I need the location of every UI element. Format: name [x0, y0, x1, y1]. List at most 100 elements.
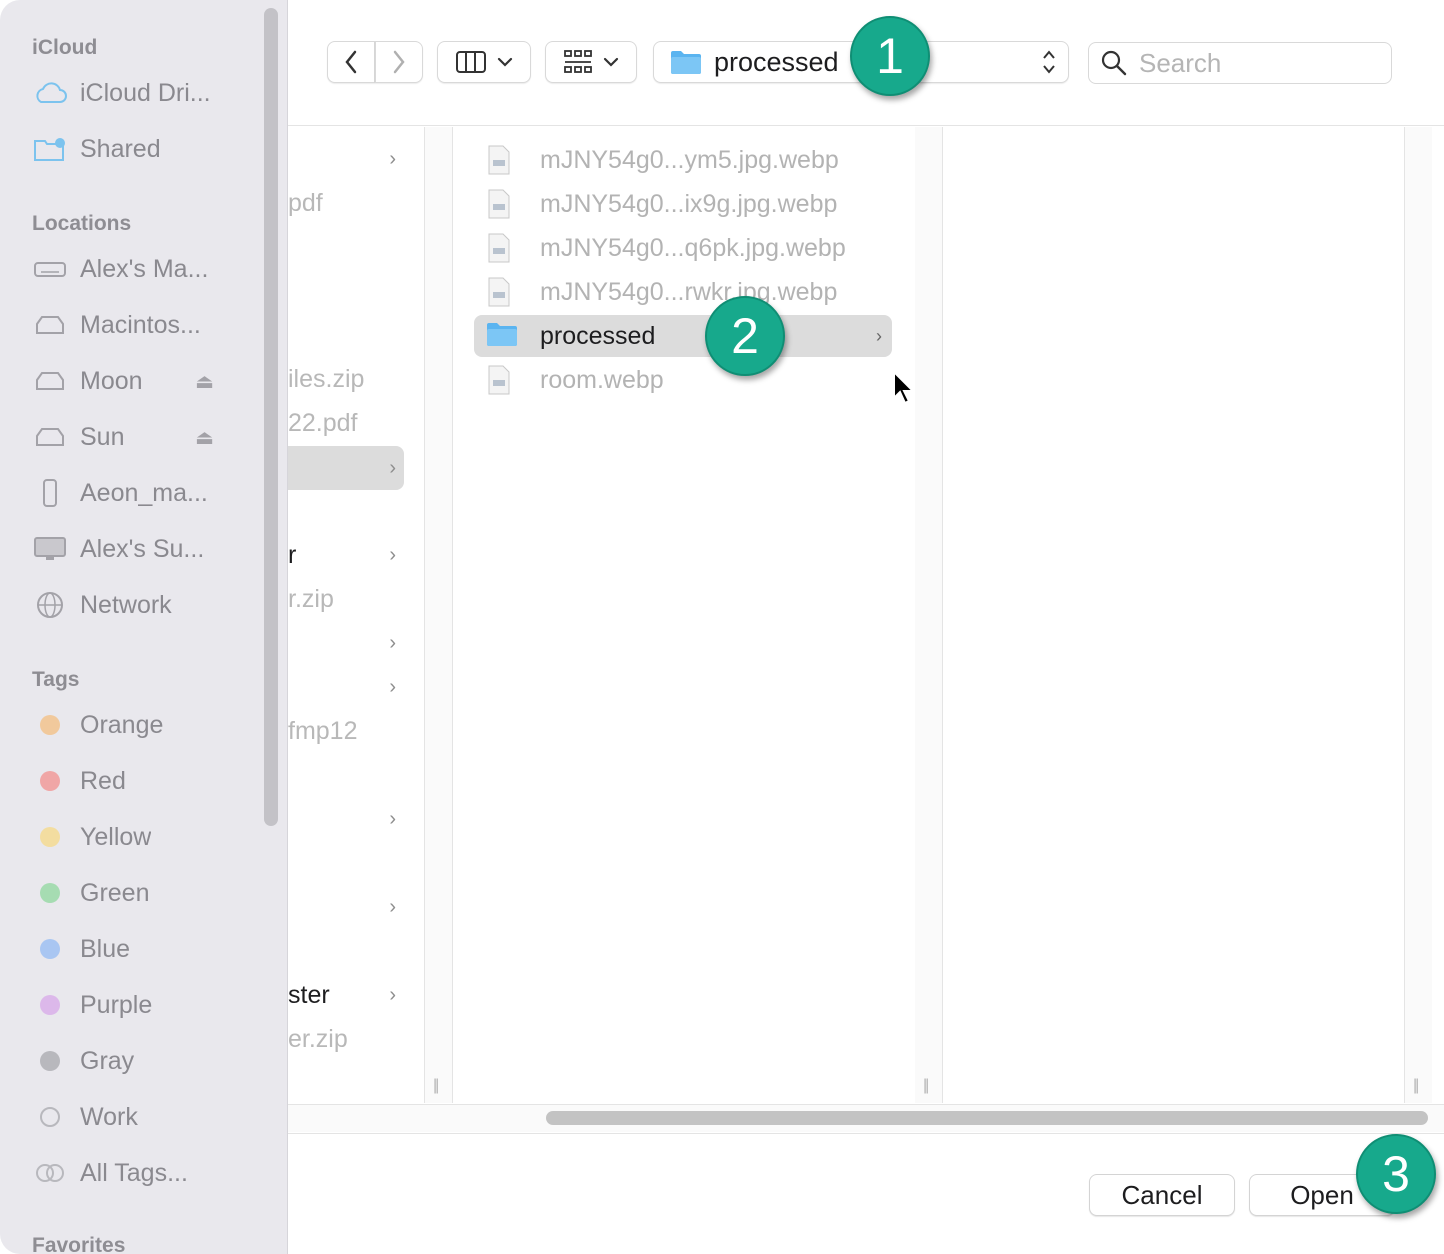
sidebar-tag-blue[interactable]: Blue: [30, 927, 256, 971]
sidebar-tag-yellow[interactable]: Yellow: [30, 815, 256, 859]
chevron-right-icon: ›: [389, 631, 396, 654]
sidebar-item-label: Red: [80, 766, 126, 795]
sidebar-tag-green[interactable]: Green: [30, 871, 256, 915]
chevron-right-icon: ›: [389, 456, 396, 479]
back-button[interactable]: [327, 41, 375, 83]
callout-badge-1: 1: [850, 16, 930, 96]
chevron-right-icon: ›: [389, 147, 396, 170]
sidebar-tag-red[interactable]: Red: [30, 759, 256, 803]
list-item[interactable]: ›: [288, 621, 404, 665]
sidebar-item-moon[interactable]: Moon ⏏: [30, 359, 256, 403]
tag-color-dot: [40, 1051, 60, 1071]
sidebar-tag-all[interactable]: All Tags...: [30, 1151, 256, 1195]
tag-color-dot: [40, 883, 60, 903]
list-item[interactable]: iles.zip: [288, 357, 404, 401]
cancel-button[interactable]: Cancel: [1089, 1174, 1235, 1216]
sidebar-tag-work[interactable]: Work: [30, 1095, 256, 1139]
folder-icon: [670, 49, 702, 75]
sidebar-item-icloud-drive[interactable]: iCloud Dri...: [30, 71, 256, 115]
column-resize-handle[interactable]: ||: [915, 127, 943, 1103]
list-item[interactable]: ›: [288, 446, 404, 490]
sidebar-section-favorites: Favorites: [32, 1234, 126, 1254]
column-parent: › pdf iles.zip 22.pdf › r › r.zip › › fmp…: [288, 127, 425, 1103]
search-field[interactable]: Search: [1088, 42, 1392, 84]
sidebar-scrollbar[interactable]: [264, 8, 278, 826]
sidebar-item-label: Purple: [80, 990, 153, 1019]
sidebar-item-label: Gray: [80, 1046, 135, 1075]
sidebar-item-label: Shared: [80, 134, 161, 163]
sidebar-item-label: Sun: [80, 422, 125, 451]
chevron-right-icon: ›: [389, 543, 396, 566]
list-item[interactable]: fmp12: [288, 709, 404, 753]
list-item[interactable]: room.webp: [474, 359, 892, 401]
cloud-icon: [30, 78, 70, 108]
sidebar-item-network[interactable]: Network: [30, 583, 256, 627]
tag-color-dot: [40, 995, 60, 1015]
sidebar-item-alexs-studio[interactable]: Alex's Su...: [30, 527, 256, 571]
list-item[interactable]: er.zip: [288, 1017, 404, 1061]
chevron-right-icon: ›: [389, 983, 396, 1006]
dialog-footer: Cancel Open: [288, 1133, 1444, 1254]
tag-color-dot: [40, 771, 60, 791]
eject-icon[interactable]: ⏏: [195, 425, 214, 450]
open-file-dialog: iCloud iCloud Dri... Shared Locations Al…: [0, 0, 1444, 1254]
sidebar-item-sun[interactable]: Sun ⏏: [30, 415, 256, 459]
list-item[interactable]: r.zip: [288, 577, 404, 621]
column-empty: [944, 127, 1404, 1103]
horizontal-scrollbar[interactable]: [288, 1104, 1444, 1132]
server-icon: [30, 478, 70, 508]
list-item[interactable]: ›: [288, 797, 404, 841]
sidebar-item-label: Yellow: [80, 822, 152, 851]
list-item[interactable]: mJNY54g0...ix9g.jpg.webp: [474, 183, 892, 225]
scrollbar-thumb[interactable]: [546, 1111, 1428, 1125]
sidebar-item-label: All Tags...: [80, 1158, 188, 1187]
path-label: processed: [714, 46, 839, 77]
sidebar-section-locations: Locations: [32, 212, 132, 235]
sidebar-item-alexs-mac[interactable]: Alex's Ma...: [30, 247, 256, 291]
chevron-down-icon: [497, 57, 513, 67]
column-current: mJNY54g0...ym5.jpg.webp mJNY54g0...ix9g.…: [454, 127, 914, 1103]
list-item-selected-folder[interactable]: processed ›: [474, 315, 892, 357]
image-file-icon: [486, 233, 516, 263]
list-item[interactable]: ›: [288, 665, 404, 709]
chevron-right-icon: ›: [876, 325, 882, 346]
tag-color-dot: [40, 939, 60, 959]
sidebar-item-macintosh[interactable]: Macintos...: [30, 303, 256, 347]
forward-button[interactable]: [375, 41, 423, 83]
column-browser: › pdf iles.zip 22.pdf › r › r.zip › › fmp…: [288, 127, 1444, 1103]
chevron-down-icon: [603, 57, 619, 67]
sidebar-item-aeon[interactable]: Aeon_ma...: [30, 471, 256, 515]
view-mode-button[interactable]: [437, 41, 531, 83]
list-item[interactable]: mJNY54g0...q6pk.jpg.webp: [474, 227, 892, 269]
list-item[interactable]: r ›: [288, 533, 404, 577]
sidebar-section-tags: Tags: [32, 668, 80, 691]
sidebar-tag-gray[interactable]: Gray: [30, 1039, 256, 1083]
list-item[interactable]: mJNY54g0...ym5.jpg.webp: [474, 139, 892, 181]
list-item[interactable]: ›: [288, 885, 404, 929]
sidebar-item-label: Alex's Ma...: [80, 254, 209, 283]
column-resize-handle[interactable]: ||: [425, 127, 453, 1103]
grip-icon: ||: [923, 1077, 929, 1094]
list-item[interactable]: 22.pdf: [288, 401, 404, 445]
updown-chevron-icon: [1042, 48, 1056, 79]
sidebar-item-shared[interactable]: Shared: [30, 127, 256, 171]
image-file-icon: [486, 365, 516, 395]
eject-icon[interactable]: ⏏: [195, 369, 214, 394]
sidebar-item-label: Work: [80, 1102, 138, 1131]
globe-icon: [30, 590, 70, 620]
sidebar-item-label: Blue: [80, 934, 131, 963]
sidebar-tag-orange[interactable]: Orange: [30, 703, 256, 747]
sidebar-tag-purple[interactable]: Purple: [30, 983, 256, 1027]
list-item[interactable]: mJNY54g0...rwkr.jpg.webp: [474, 271, 892, 313]
group-button[interactable]: [545, 41, 637, 83]
chevron-right-icon: ›: [389, 675, 396, 698]
list-item[interactable]: ›: [288, 137, 404, 181]
sidebar-item-label: Alex's Su...: [80, 534, 205, 563]
shared-folder-icon: [30, 134, 70, 164]
mouse-pointer-icon: [892, 369, 916, 411]
column-resize-handle[interactable]: ||: [1404, 127, 1432, 1103]
search-placeholder: Search: [1139, 47, 1222, 78]
list-item[interactable]: pdf: [288, 181, 404, 225]
chevron-left-icon: [345, 50, 357, 74]
list-item[interactable]: ster ›: [288, 973, 404, 1017]
